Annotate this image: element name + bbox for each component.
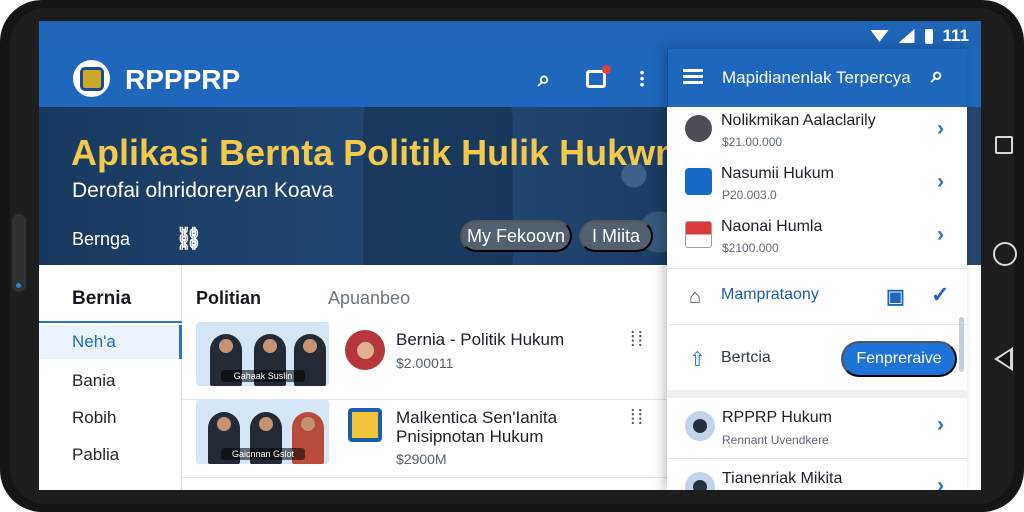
news-item[interactable]: Gahaak Suslin Bernia - Politik Hukum $2.… — [182, 322, 668, 400]
link-icon: ⛓ — [175, 226, 203, 251]
person-meta: Rennant Uvendkere — [722, 433, 829, 447]
flag-icon — [685, 221, 712, 248]
wifi-icon — [870, 30, 889, 42]
person-icon — [693, 419, 707, 433]
battery-icon — [924, 28, 933, 44]
notifications-button[interactable] — [579, 62, 613, 96]
app-title: RPPPRP — [125, 64, 241, 95]
result-meta: $21.00.000 — [722, 135, 783, 149]
status-time: 111 — [942, 26, 970, 45]
panel-scrollbar[interactable] — [959, 317, 964, 372]
news-thumbnail: Gahaak Suslin — [196, 322, 329, 386]
more-options-button[interactable]: • • • — [625, 62, 659, 96]
sync-label: Mamprataony — [721, 286, 819, 303]
hero-title: Aplikasi Bernta Politik Hulik Hukwm — [71, 132, 688, 173]
news-thumbnail: Gaicnnan Gslot — [196, 400, 329, 464]
device-side-button — [12, 214, 26, 292]
signal-icon — [898, 29, 915, 43]
search-panel: Mapidianenlak Terpercya ⌕ Nolikmikan Aal… — [667, 49, 967, 490]
person-result[interactable]: Tianenriak Mikita › — [667, 459, 967, 490]
panel-result-item[interactable]: Nasumii Hukum P20.003.0 › — [667, 160, 967, 213]
chevron-right-icon: › — [937, 474, 944, 490]
chevron-right-icon: › — [937, 117, 944, 140]
media-button[interactable]: I Miita — [579, 220, 653, 252]
panel-result-item[interactable]: Nolikmikan Aalaclarily $21.00.000 › — [667, 107, 967, 160]
panel-separator — [667, 390, 967, 398]
tablet-device: 111 RPPPRP ⌕ • • • Aplikasi Bernta Politik… — [0, 0, 1024, 512]
notification-icon — [586, 65, 611, 88]
news-title: Bernia - Politik Hukum — [396, 330, 565, 349]
home-outline-icon: ⌂ — [689, 286, 702, 308]
sync-row[interactable]: ⌂ Mamprataony ▣ ✓ — [667, 268, 967, 324]
home-icon[interactable] — [993, 242, 1017, 266]
chevron-right-icon: › — [937, 170, 944, 193]
result-title: Nasumii Hukum — [721, 165, 834, 182]
panel-title: Mapidianenlak Terpercya — [722, 68, 911, 87]
menu-icon[interactable] — [683, 69, 703, 84]
action-label: Bertcia — [721, 349, 771, 366]
chevron-right-icon: › — [937, 223, 944, 246]
status-bar: 111 — [39, 21, 981, 49]
share-icon: ⇧ — [689, 349, 706, 371]
map-icon[interactable]: ▣ — [886, 284, 905, 309]
document-icon — [685, 168, 712, 195]
device-indicator-light — [16, 283, 21, 288]
sidebar-item-bania[interactable]: Bania — [39, 364, 182, 398]
check-icon[interactable]: ✓ — [931, 282, 949, 308]
panel-header: Mapidianenlak Terpercya ⌕ — [667, 49, 967, 107]
sidebar-item-robih[interactable]: Robih — [39, 401, 182, 435]
person-icon — [356, 341, 374, 359]
sidebar-item-pablia[interactable]: Pablia — [39, 438, 182, 472]
person-result[interactable]: RPPRP Hukum Rennant Uvendkere › — [667, 398, 967, 459]
result-title: Nolikmikan Aalaclarily — [721, 112, 876, 129]
hero-link[interactable]: Bernga ⛓ — [72, 226, 203, 252]
drag-handle-icon[interactable]: ⁞⁞ — [630, 329, 645, 352]
result-meta: $2100.000 — [722, 241, 779, 255]
back-icon[interactable] — [994, 347, 1013, 371]
panel-result-item[interactable]: Naonai Humla $2100.000 › — [667, 213, 967, 266]
search-button[interactable]: ⌕ — [527, 62, 561, 96]
tab-politics[interactable]: Politian — [196, 288, 261, 309]
news-source-avatar — [345, 330, 385, 370]
status-icons: 111 — [870, 26, 970, 46]
news-feed: Politian Apuanbeo Gahaak Suslin Bernia -… — [182, 265, 668, 490]
app-screen: 111 RPPPRP ⌕ • • • Aplikasi Bernta Politik… — [39, 21, 981, 490]
news-title: Malkentica Sen'Ianita Pnisipnotan Hukum — [396, 408, 558, 446]
recent-apps-icon[interactable] — [995, 136, 1013, 154]
person-name: Tianenriak Mikita — [722, 470, 843, 487]
news-meta: $2900M — [396, 451, 447, 467]
my-feed-button[interactable]: My Fekoovn — [460, 220, 572, 252]
more-vertical-icon: • • • — [639, 65, 645, 92]
primary-action-button[interactable]: Fenpreraive — [841, 341, 957, 377]
person-icon — [693, 480, 707, 490]
person-name: RPPRP Hukum — [722, 409, 832, 426]
sidebar-item-news[interactable]: Neh'a — [39, 325, 182, 359]
hero-subtitle: Derofai olnridoreryan Koava — [72, 179, 334, 202]
emblem-icon — [79, 66, 104, 91]
app-logo — [73, 60, 110, 97]
search-icon[interactable]: ⌕ — [931, 62, 943, 88]
drag-handle-icon[interactable]: ⁞⁞ — [630, 407, 645, 430]
thumbnail-caption: Gaicnnan Gslot — [221, 448, 305, 460]
thumbnail-caption: Gahaak Suslin — [221, 370, 305, 382]
search-icon: ⌕ — [537, 66, 551, 91]
news-meta: $2.00011 — [396, 355, 454, 371]
sidebar-title: Bernia — [72, 288, 132, 309]
result-title: Naonai Humla — [721, 218, 823, 235]
sidebar-divider — [39, 321, 182, 323]
avatar-icon — [685, 472, 715, 490]
chevron-right-icon: › — [937, 413, 944, 436]
result-meta: P20.003.0 — [722, 188, 777, 202]
institution-badge-icon — [348, 408, 382, 442]
tab-updates[interactable]: Apuanbeo — [328, 288, 410, 309]
avatar-icon — [685, 411, 715, 441]
action-row: ⇧ Bertcia Fenpreraive — [667, 324, 967, 390]
category-sidebar: Bernia Neh'a Bania Robih Pablia — [39, 265, 182, 490]
news-item[interactable]: Gaicnnan Gslot Malkentica Sen'Ianita Pni… — [182, 400, 668, 478]
person-icon — [685, 115, 712, 142]
hero-link-label: Bernga — [72, 228, 131, 249]
